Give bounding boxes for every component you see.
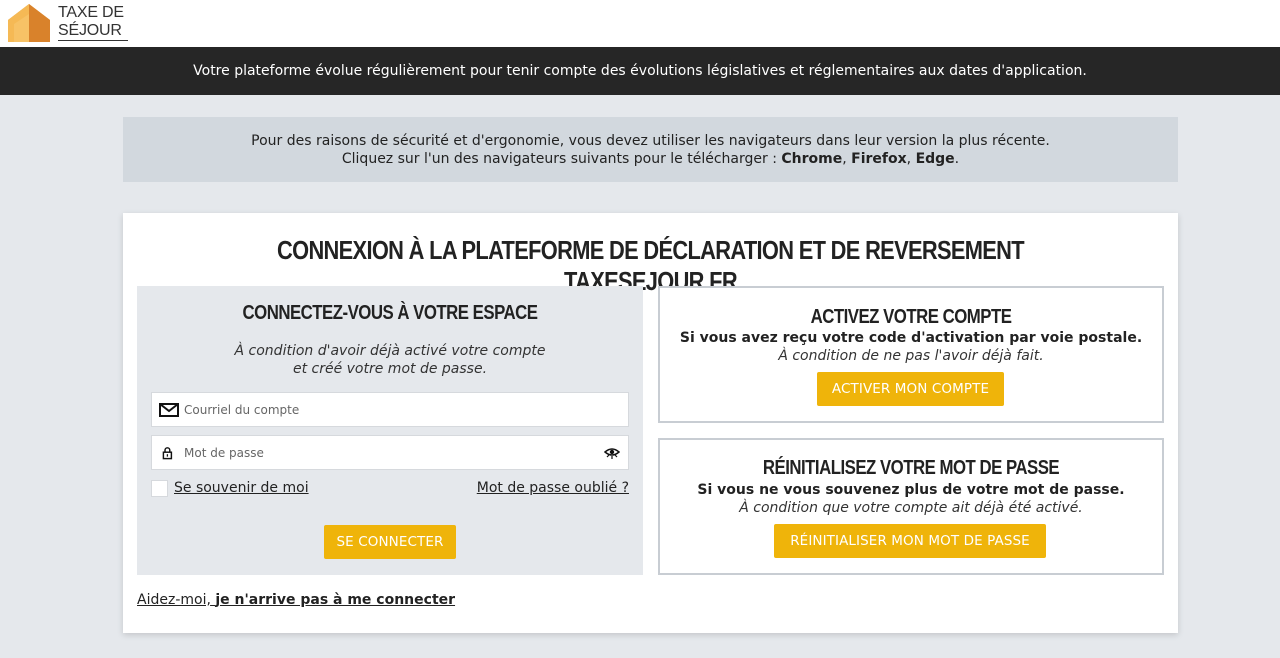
notice-end: .	[954, 151, 960, 167]
logo-text: TAXE DE SÉJOUR	[58, 4, 128, 41]
login-button[interactable]: SE CONNECTER	[324, 525, 456, 559]
activate-account-button[interactable]: ACTIVER MON COMPTE	[817, 372, 1004, 406]
reset-note: À condition que votre compte ait déjà ét…	[739, 500, 1083, 516]
logo-line-1: TAXE DE	[58, 4, 124, 21]
login-sub-line-1: À condition d'avoir déjà activé votre co…	[234, 343, 546, 359]
email-input[interactable]	[184, 393, 584, 426]
site-logo[interactable]: TAXE DE SÉJOUR	[6, 2, 128, 44]
top-header: TAXE DE SÉJOUR	[0, 0, 1280, 47]
envelope-icon	[159, 403, 179, 417]
activate-panel: ACTIVEZ VOTRE COMPTE Si vous avez reçu v…	[658, 286, 1164, 423]
banner-text: Votre plateforme évolue régulièrement po…	[193, 63, 1087, 79]
reset-text: Si vous ne vous souvenez plus de votre m…	[697, 482, 1125, 498]
help-prefix: Aidez-moi,	[137, 592, 211, 608]
login-subtitle: À condition d'avoir déjà activé votre co…	[137, 342, 643, 378]
reset-password-panel: RÉINITIALISEZ VOTRE MOT DE PASSE Si vous…	[658, 438, 1164, 575]
notice-line-2-prefix: Cliquez sur l'un des navigateurs suivant…	[341, 151, 782, 167]
house-logo-icon	[8, 4, 50, 42]
eye-icon[interactable]	[604, 446, 620, 460]
login-title: CONNECTEZ-VOUS À VOTRE ESPACE	[242, 302, 538, 324]
login-sub-line-2: et créé votre mot de passe.	[292, 361, 488, 377]
remember-checkbox[interactable]	[151, 480, 168, 497]
activate-title: ACTIVEZ VOTRE COMPTE	[810, 306, 1012, 328]
login-options: Se souvenir de moi Mot de passe oublié ?	[151, 479, 629, 499]
password-input[interactable]	[184, 436, 584, 469]
edge-link[interactable]: Edge	[916, 151, 955, 167]
browser-notice: Pour des raisons de sécurité et d'ergono…	[123, 117, 1178, 182]
remember-label[interactable]: Se souvenir de moi	[174, 480, 309, 496]
lock-icon	[162, 447, 173, 460]
login-panel: CONNECTEZ-VOUS À VOTRE ESPACE À conditio…	[137, 286, 643, 575]
separator: ,	[842, 151, 852, 167]
chrome-link[interactable]: Chrome	[781, 151, 842, 167]
firefox-link[interactable]: Firefox	[851, 151, 907, 167]
logo-line-2: SÉJOUR	[58, 22, 128, 41]
help-link[interactable]: Aidez-moi, je n'arrive pas à me connecte…	[137, 592, 455, 608]
help-link-text[interactable]: je n'arrive pas à me connecter	[215, 592, 455, 608]
reset-password-button[interactable]: RÉINITIALISER MON MOT DE PASSE	[774, 524, 1046, 558]
login-card: CONNEXION À LA PLATEFORME DE DÉCLARATION…	[123, 213, 1178, 633]
password-field[interactable]	[151, 435, 629, 470]
notice-line-1: Pour des raisons de sécurité et d'ergono…	[251, 133, 1050, 149]
separator: ,	[906, 151, 916, 167]
update-banner: Votre plateforme évolue régulièrement po…	[0, 47, 1280, 95]
notice-line-2: Cliquez sur l'un des navigateurs suivant…	[123, 150, 1178, 168]
email-field[interactable]	[151, 392, 629, 427]
reset-title: RÉINITIALISEZ VOTRE MOT DE PASSE	[762, 457, 1060, 479]
forgot-password-link[interactable]: Mot de passe oublié ?	[477, 480, 629, 496]
activate-text: Si vous avez reçu votre code d'activatio…	[679, 330, 1143, 346]
activate-note: À condition de ne pas l'avoir déjà fait.	[778, 348, 1044, 364]
